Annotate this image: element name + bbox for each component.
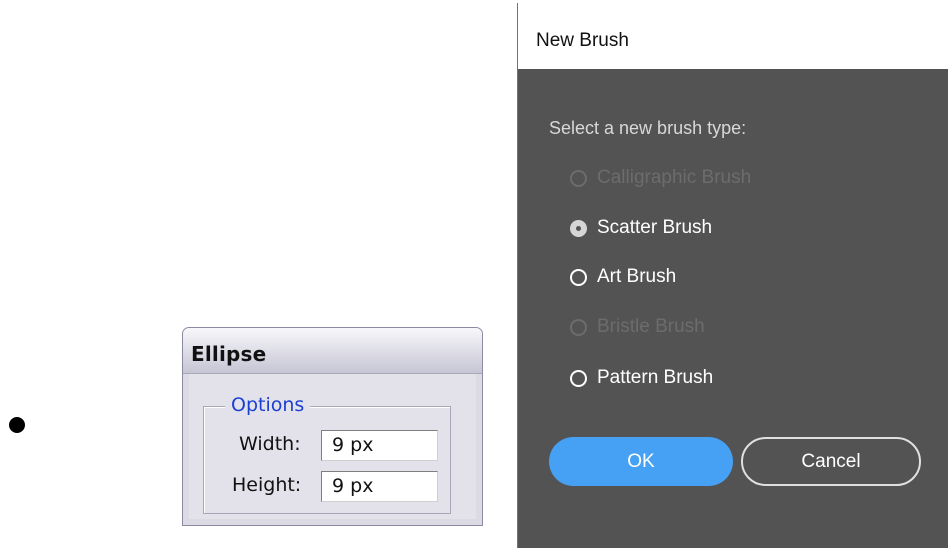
new-brush-titlebar: New Brush — [518, 3, 948, 69]
art-brush-label[interactable]: Art Brush — [597, 266, 676, 288]
height-field[interactable]: 9 px — [321, 471, 438, 502]
options-group-label: Options — [225, 394, 311, 416]
new-brush-title: New Brush — [536, 30, 629, 51]
art-brush-radio[interactable] — [570, 269, 587, 286]
bristle-brush-radio — [570, 319, 587, 336]
scatter-brush-label[interactable]: Scatter Brush — [597, 217, 712, 239]
ellipse-dialog-titlebar: Ellipse — [183, 328, 482, 374]
calligraphic-brush-label: Calligraphic Brush — [597, 167, 752, 188]
ellipse-dialog-title: Ellipse — [191, 342, 267, 366]
black-dot-shape — [9, 417, 25, 433]
ellipse-dialog: Ellipse Options Width: 9 px Height: 9 px — [182, 327, 483, 526]
calligraphic-brush-radio — [570, 170, 587, 187]
ok-button[interactable]: OK — [549, 437, 733, 486]
pattern-brush-label[interactable]: Pattern Brush — [597, 367, 713, 389]
pattern-brush-radio[interactable] — [570, 370, 587, 387]
brush-type-prompt: Select a new brush type: — [549, 118, 747, 138]
cancel-button[interactable]: Cancel — [741, 437, 921, 486]
scatter-brush-radio[interactable] — [570, 220, 587, 237]
width-label: Width: — [239, 433, 301, 455]
height-label: Height: — [232, 474, 302, 496]
bristle-brush-label: Bristle Brush — [597, 316, 705, 337]
width-field[interactable]: 9 px — [321, 430, 438, 461]
new-brush-dialog: New Brush Select a new brush type: Calli… — [517, 3, 948, 548]
ellipse-dialog-body: Options Width: 9 px Height: 9 px — [189, 374, 476, 519]
